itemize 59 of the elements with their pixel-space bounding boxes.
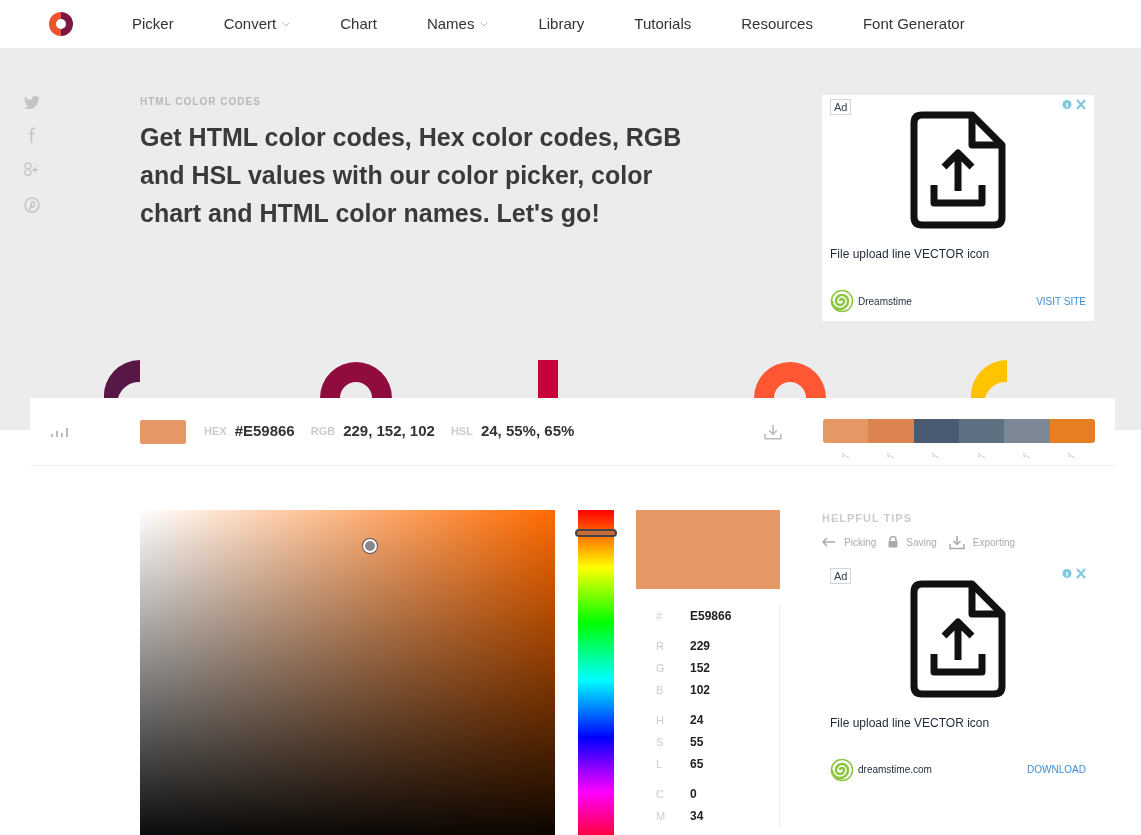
palette-swatch[interactable] (913, 418, 959, 443)
value-text[interactable]: 229 (690, 637, 711, 655)
ad-brand: Dreamstime (858, 294, 912, 309)
ad-caption: File upload line VECTOR icon (830, 714, 991, 732)
value-label: # (655, 608, 664, 624)
picker-handle[interactable] (363, 539, 377, 553)
nav-link[interactable]: Convert (223, 12, 291, 36)
palette-swatch[interactable] (1049, 418, 1095, 443)
ad-info-close-icon[interactable] (1062, 99, 1086, 110)
chevron-down-icon (480, 21, 489, 27)
ad-info-close-icon[interactable] (1062, 567, 1086, 579)
ad-label: Ad (830, 99, 852, 115)
color-swatch (140, 419, 186, 444)
nav-link[interactable]: Tutorials (634, 12, 692, 36)
bar-chart-icon[interactable] (51, 426, 69, 437)
nav-link[interactable]: Picker (132, 12, 174, 36)
nav-link[interactable]: Chart (340, 12, 377, 36)
code-value[interactable]: 24, 55%, 65% (480, 420, 575, 443)
chevron-down-icon (282, 21, 291, 27)
code-value[interactable]: 229, 152, 102 (343, 420, 435, 443)
value-text[interactable]: 65 (690, 755, 704, 773)
nav-link[interactable]: Resources (741, 12, 813, 36)
hero-heading: Get HTML color codes, Hex color codes, RGB and HSL values with our color picker, color chart and HTML color names. Let's go! (140, 122, 683, 229)
ad-label: Ad (830, 567, 852, 584)
palette-swatch[interactable] (868, 418, 914, 443)
pin-circle-icon[interactable] (24, 197, 40, 213)
arrow-left-icon (822, 537, 836, 547)
hue-slider-thumb[interactable] (575, 528, 617, 537)
nav-link[interactable]: Font Generator (862, 12, 965, 36)
code-value[interactable]: #E59866 (234, 420, 295, 443)
lock-icon (888, 536, 899, 548)
facebook-icon[interactable] (28, 127, 36, 143)
value-text[interactable]: 55 (690, 733, 704, 751)
value-text[interactable]: 24 (690, 711, 704, 729)
value-text[interactable]: 102 (690, 681, 711, 699)
download-icon[interactable] (764, 422, 782, 441)
ad-caption: File upload line VECTOR icon (830, 246, 991, 263)
ring-logo-icon[interactable] (48, 11, 74, 37)
file-upload-icon (910, 111, 1006, 229)
side-ad-action-link[interactable]: DOWNLOAD (1027, 762, 1086, 777)
spiral-logo-icon (830, 289, 854, 313)
value-text[interactable]: 0 (690, 785, 697, 803)
palette-swatch[interactable] (959, 418, 1005, 443)
top-ad-action-link[interactable]: VISIT SITE (1036, 293, 1086, 309)
saturation-lightness-field[interactable] (140, 510, 555, 835)
value-text[interactable]: 152 (690, 659, 711, 677)
hue-slider[interactable] (578, 510, 614, 835)
google-plus-icon[interactable] (23, 161, 41, 179)
value-text[interactable]: E59866 (690, 607, 732, 625)
file-upload-icon (910, 579, 1006, 698)
palette-swatch[interactable] (823, 418, 869, 443)
download-icon (948, 534, 965, 550)
bird-icon[interactable] (24, 96, 40, 109)
nav-link[interactable]: Names (426, 12, 489, 36)
spiral-logo-icon (830, 757, 854, 782)
nav-link[interactable]: Library (538, 12, 585, 36)
value-text[interactable]: 34 (690, 807, 704, 825)
ad-brand: dreamstime.com (858, 763, 932, 777)
palette-swatch[interactable] (1004, 418, 1050, 443)
